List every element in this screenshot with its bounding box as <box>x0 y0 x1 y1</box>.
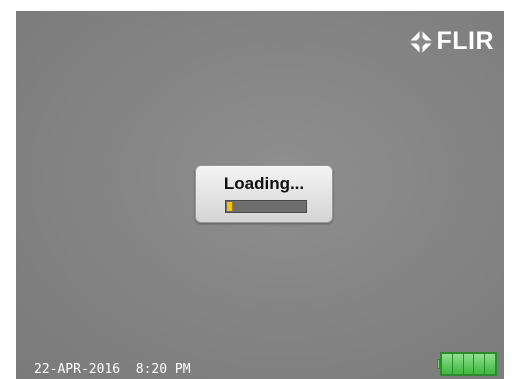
flir-logo: FLIR <box>409 29 494 54</box>
battery-full-icon <box>437 351 497 377</box>
battery-cell <box>485 354 495 374</box>
loading-progress-fill <box>227 202 233 211</box>
loading-dialog: Loading... <box>195 165 333 223</box>
battery-cell <box>463 354 474 374</box>
date-time-readout: 22-APR-2016 8:20 PM <box>34 362 191 377</box>
flir-diamond-icon <box>409 29 434 54</box>
battery-cell <box>442 354 452 374</box>
battery-body <box>440 352 497 376</box>
logo-text: FLIR <box>436 27 494 55</box>
battery-cell <box>474 354 485 374</box>
loading-progress-bar <box>225 200 307 213</box>
thermal-viewfinder: FLIR Loading... 22-APR-2016 8:20 PM <box>16 11 504 379</box>
battery-cell <box>452 354 463 374</box>
loading-label: Loading... <box>223 174 305 193</box>
